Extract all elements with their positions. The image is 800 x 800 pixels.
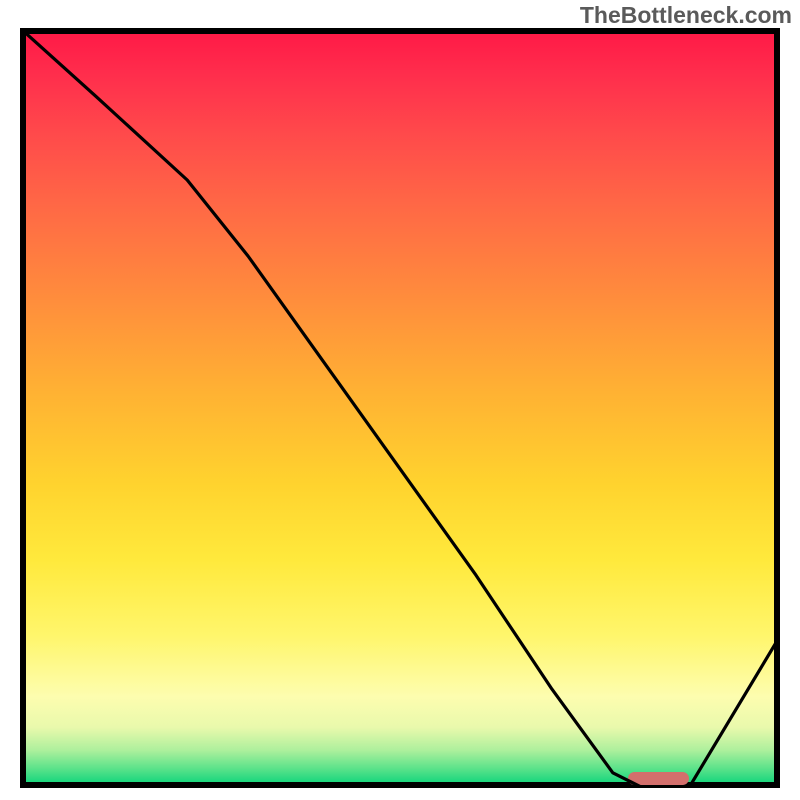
watermark-text: TheBottleneck.com [580, 2, 792, 29]
heat-gradient-background [20, 28, 780, 788]
plot-area [20, 28, 780, 788]
chart-container: TheBottleneck.com [0, 0, 800, 800]
optimal-range-marker [628, 772, 689, 785]
